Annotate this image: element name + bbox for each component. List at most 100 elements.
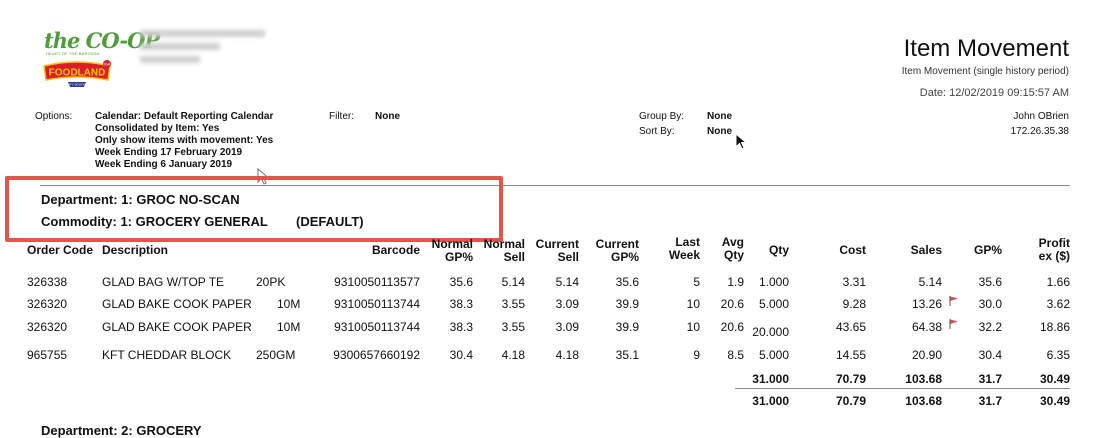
subtotal-sales: 103.68 <box>905 372 942 386</box>
cell-profit: 1.66 <box>1046 275 1070 289</box>
option-line: Calendar: Default Reporting Calendar <box>95 111 274 122</box>
options-label: Options: <box>35 111 73 122</box>
group-by-value: None <box>707 111 732 122</box>
foodland-wordmark: FOODLAND <box>49 68 106 79</box>
foodland-tagline: THE MIGHTY SOUTH AUSSIES <box>55 83 98 87</box>
cell-sales: 64.38 <box>911 320 942 334</box>
cell-current-sell: 3.09 <box>555 320 579 334</box>
cell-gp: 32.2 <box>978 320 1002 334</box>
total-gp: 31.7 <box>978 394 1002 408</box>
total-qty: 31.000 <box>752 394 789 408</box>
cell-barcode: 9300657660192 <box>333 348 420 362</box>
cell-last-week: 10 <box>686 297 700 311</box>
cell-description: KFT CHEDDAR BLOCK <box>102 348 232 362</box>
option-line: Week Ending 6 January 2019 <box>95 159 233 170</box>
cell-profit: 6.35 <box>1046 348 1070 362</box>
cell-order-code: 965755 <box>27 348 68 362</box>
cell-profit: 18.86 <box>1039 320 1070 334</box>
cell-size: 250GM <box>256 348 296 362</box>
flag-icon <box>949 319 958 329</box>
sort-by-value: None <box>707 126 732 137</box>
iga-mark: IGA <box>104 62 111 67</box>
subtotal-profit: 30.49 <box>1039 372 1070 386</box>
foodland-logo: FOODLAND IGA THE MIGHTY SOUTH AUSSIES <box>43 60 111 87</box>
cell-description: GLAD BAKE COOK PAPER <box>102 320 252 334</box>
filter-value: None <box>375 111 400 122</box>
cell-sales: 13.26 <box>911 297 942 311</box>
col-avg-qty: Avg Qty <box>721 235 744 262</box>
cell-current-gp: 39.9 <box>615 320 639 334</box>
cell-size: 10M <box>277 297 301 311</box>
col-sales: Sales <box>910 243 942 257</box>
cell-cost: 9.28 <box>842 297 866 311</box>
subtotal-qty: 31.000 <box>752 372 789 386</box>
col-gp: GP% <box>973 243 1002 257</box>
col-cost: Cost <box>839 243 866 257</box>
col-normal-sell: Normal Sell <box>483 237 525 264</box>
total-cost: 70.79 <box>835 394 866 408</box>
col-last-week: Last Week <box>668 235 700 262</box>
cell-barcode: 9310050113744 <box>334 297 420 311</box>
next-department-heading: Department: 2: GROCERY <box>41 423 202 438</box>
cell-qty: 5.000 <box>758 348 789 362</box>
cell-normal-gp: 30.4 <box>449 348 473 362</box>
cell-qty: 1.000 <box>758 275 789 289</box>
total-sales: 103.68 <box>905 394 942 408</box>
cell-cost: 3.31 <box>842 275 866 289</box>
cell-current-sell: 5.14 <box>555 275 579 289</box>
report-title: Item Movement <box>903 35 1069 62</box>
department-heading: Department: 1: GROC NO-SCAN <box>41 192 240 207</box>
cell-qty: 20.000 <box>752 325 789 339</box>
cell-avg-qty: 20.6 <box>720 320 744 334</box>
subtotal-gp: 31.7 <box>978 372 1002 386</box>
commodity-heading: Commodity: 1: GROCERY GENERAL <box>41 214 268 229</box>
highlight-box <box>5 176 503 242</box>
cell-description: GLAD BAKE COOK PAPER <box>102 297 252 311</box>
option-line: Week Ending 17 February 2019 <box>95 147 243 158</box>
cell-description: GLAD BAG W/TOP TE <box>102 275 225 289</box>
coop-tagline: HEART OF THE BAROSSA <box>46 51 100 56</box>
col-normal-gp: Normal GP% <box>431 237 473 264</box>
user-name: John OBrien <box>1013 111 1069 122</box>
cell-order-code: 326320 <box>27 320 68 334</box>
group-by-label: Group By: <box>639 111 685 122</box>
cell-normal-gp: 35.6 <box>449 275 473 289</box>
option-line: Only show items with movement: Yes <box>95 135 274 146</box>
cell-sales: 5.14 <box>918 275 942 289</box>
cell-avg-qty: 8.5 <box>727 348 744 362</box>
cell-gp: 30.4 <box>978 348 1002 362</box>
col-order-code: Order Code <box>27 243 94 257</box>
cell-profit: 3.62 <box>1046 297 1070 311</box>
cell-avg-qty: 1.9 <box>727 275 744 289</box>
commodity-default: (DEFAULT) <box>296 214 364 229</box>
total-divider <box>735 388 1070 389</box>
cell-last-week: 10 <box>686 320 700 334</box>
cell-normal-sell: 4.18 <box>501 348 525 362</box>
filter-label: Filter: <box>329 111 354 122</box>
options-list: Calendar: Default Reporting Calendar Con… <box>95 111 273 171</box>
flag-icon <box>949 296 958 306</box>
cell-order-code: 326320 <box>27 297 68 311</box>
cell-last-week: 5 <box>693 275 700 289</box>
cell-cost: 14.55 <box>835 348 866 362</box>
cell-size: 20PK <box>256 275 286 289</box>
cell-last-week: 9 <box>693 348 700 362</box>
col-current-gp: Current GP% <box>595 237 639 264</box>
cell-barcode: 9310050113577 <box>334 275 420 289</box>
col-description: Description <box>102 243 169 257</box>
cell-normal-gp: 38.3 <box>449 320 473 334</box>
cell-order-code: 326338 <box>27 275 68 289</box>
report-subtitle: Item Movement (single history period) <box>901 66 1069 77</box>
cell-barcode: 9310050113744 <box>334 320 420 334</box>
cell-current-sell: 4.18 <box>555 348 579 362</box>
total-profit: 30.49 <box>1039 394 1070 408</box>
col-qty: Qty <box>768 243 789 257</box>
mouse-cursor-icon <box>735 133 748 150</box>
cell-cost: 43.65 <box>835 320 866 334</box>
cell-normal-gp: 38.3 <box>449 297 473 311</box>
cell-sales: 20.90 <box>911 348 942 362</box>
cell-avg-qty: 20.6 <box>720 297 744 311</box>
user-ip: 172.26.35.38 <box>1010 126 1069 137</box>
col-current-sell: Current Sell <box>535 237 579 264</box>
store-address-blurred <box>140 30 270 70</box>
